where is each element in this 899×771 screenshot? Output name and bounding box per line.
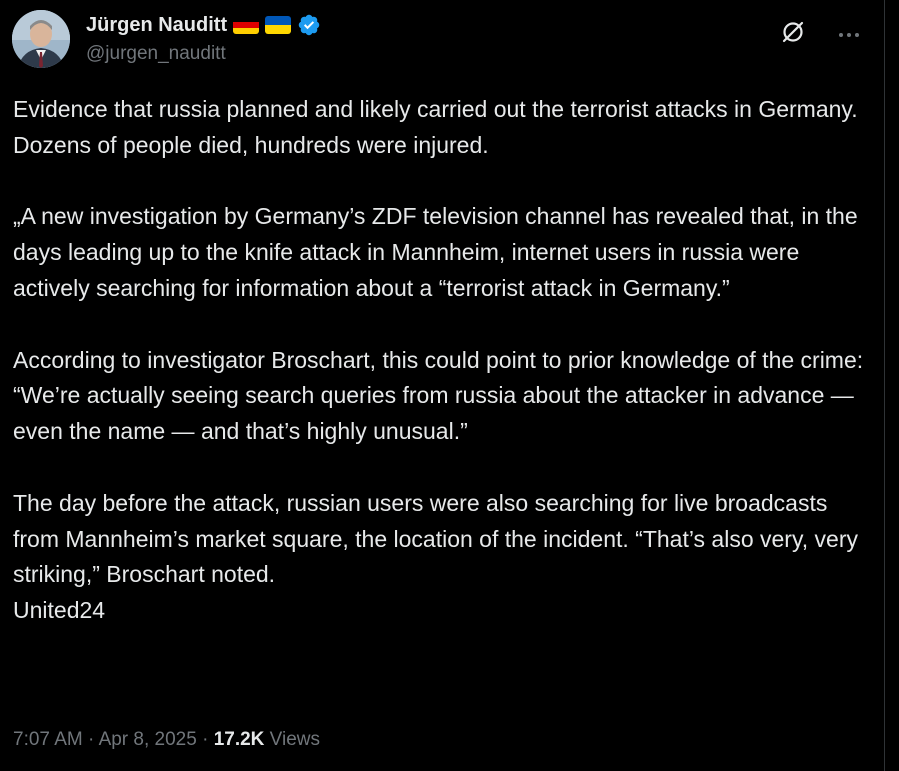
author-name-row: Jürgen Nauditt [86,13,321,37]
tweet-date[interactable]: Apr 8, 2025 [99,729,197,750]
tweet-paragraph: According to investigator Broschart, thi… [13,346,870,445]
views-count[interactable]: 17.2K [214,729,265,750]
tweet-header: Jürgen Nauditt @jurgen_nauditt [12,10,883,70]
verified-badge-icon [297,13,321,37]
avatar[interactable] [12,10,70,68]
author-handle[interactable]: @jurgen_nauditt [86,43,226,65]
grok-button[interactable] [777,18,809,50]
author-display-name[interactable]: Jürgen Nauditt [86,14,227,37]
tweet-meta: 7:07 AM · Apr 8, 2025 · 17.2K Views [13,729,320,751]
meta-separator: · [82,729,99,750]
meta-separator: · [196,729,214,750]
timeline-border [884,0,885,771]
tweet-text: Evidence that russia planned and likely … [13,92,873,629]
grok-icon [780,19,806,50]
tweet-paragraph: „A new investigation by Germany’s ZDF te… [13,203,865,301]
germany-flag-icon [233,16,260,34]
more-button[interactable] [833,18,865,50]
tweet-time[interactable]: 7:07 AM [13,729,83,750]
views-label: Views [264,729,321,750]
tweet-paragraph: Evidence that russia planned and likely … [13,96,858,158]
more-icon [838,25,860,43]
ukraine-flag-icon [265,16,292,34]
tweet-paragraph: The day before the attack, russian users… [13,489,858,624]
